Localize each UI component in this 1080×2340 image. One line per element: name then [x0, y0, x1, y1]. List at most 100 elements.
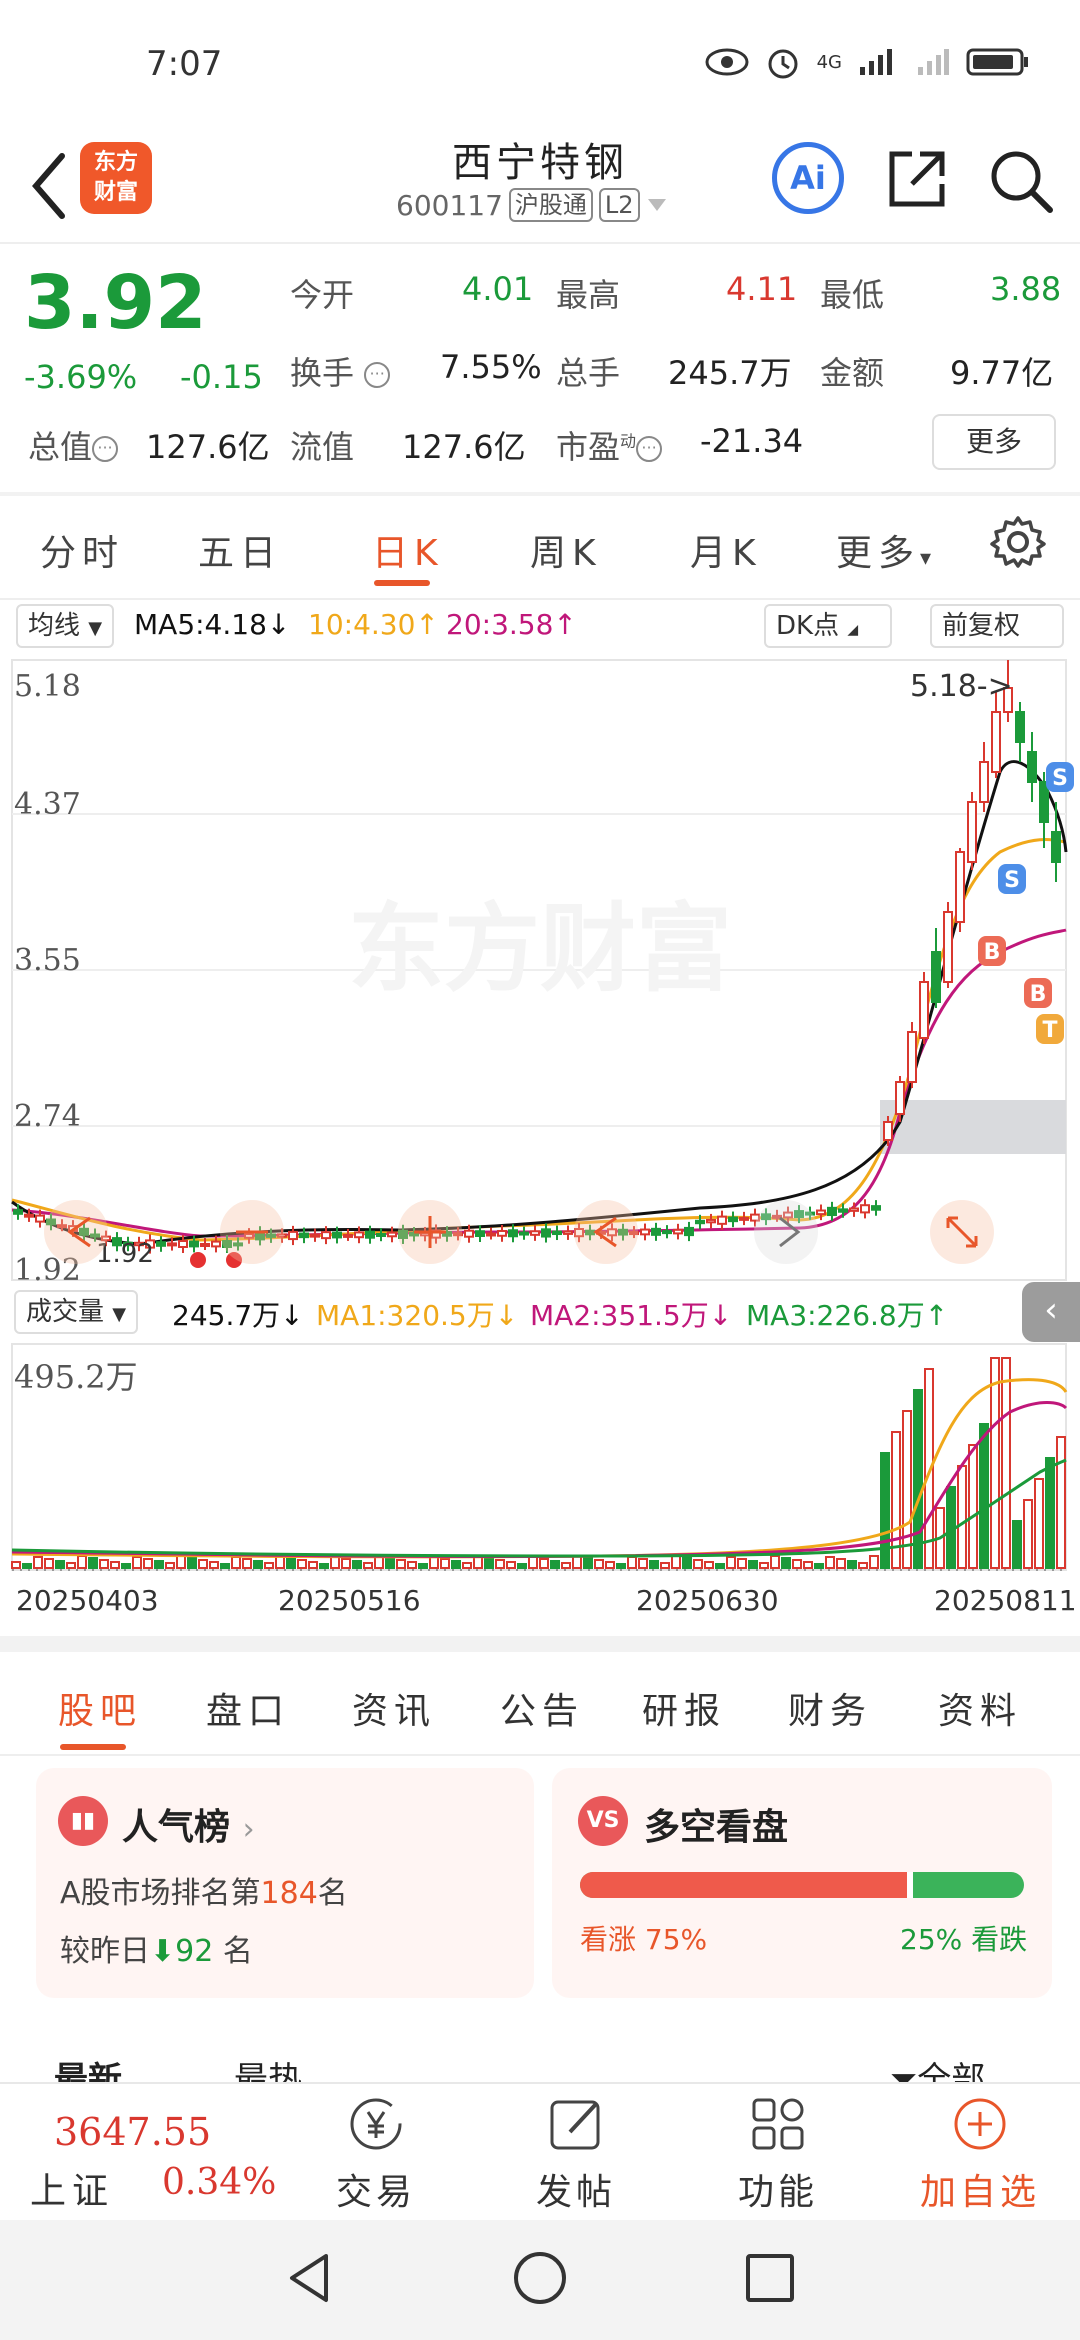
nav-functions[interactable]: 功能 — [708, 2094, 848, 2215]
volume-bar — [836, 1558, 846, 1569]
info-icon[interactable]: ··· — [636, 436, 663, 462]
buy-marker-b: B — [978, 936, 1006, 966]
volume-bar — [682, 1557, 692, 1569]
tab-five-day[interactable]: 五日 — [198, 524, 282, 576]
candle-body — [189, 1240, 199, 1248]
volume-bar — [506, 1561, 516, 1569]
open-value: 4.01 — [462, 270, 534, 308]
share-icon[interactable] — [884, 146, 950, 212]
more-button[interactable]: 更多 — [932, 414, 1056, 470]
sentiment-bar — [580, 1872, 1024, 1898]
nav-post[interactable]: 发帖 — [506, 2094, 646, 2215]
tab-daily-k[interactable]: 日K — [372, 524, 444, 576]
volume-bar — [858, 1562, 868, 1569]
event-dot[interactable] — [190, 1252, 206, 1268]
volume-bar — [517, 1563, 527, 1569]
system-home-icon[interactable] — [510, 2248, 570, 2308]
volume-bar — [847, 1560, 857, 1569]
volume-bar — [649, 1560, 659, 1569]
candle-body — [919, 981, 929, 1039]
index-name[interactable]: 上证 — [30, 2162, 114, 2214]
kline-chart[interactable]: 东方财富 B S S B T 5.18 4.37 3.55 2.74 1.92 … — [0, 652, 1080, 1288]
volume-bar — [220, 1563, 230, 1569]
volume-value: 245.7万 — [668, 354, 792, 392]
info-icon[interactable]: ··· — [364, 362, 391, 388]
candle-body — [1051, 831, 1061, 863]
watermark: 东方财富 — [348, 896, 732, 1003]
back-icon[interactable] — [22, 146, 78, 226]
ma20-value: 20:3.58↑ — [446, 608, 577, 641]
volume-bar — [737, 1558, 747, 1569]
candle-body — [979, 761, 989, 803]
dropdown-triangle-icon[interactable] — [646, 197, 668, 213]
volume-bar — [187, 1557, 197, 1569]
candle-body — [955, 851, 965, 923]
index-value[interactable]: 3647.55 — [54, 2110, 211, 2154]
bear-text: 25% 看跌 — [900, 1923, 1028, 1956]
status-bar: 7:07 4G — [0, 0, 1080, 130]
tab-more[interactable]: 更多▾ — [836, 524, 937, 576]
tab-orderbook[interactable]: 盘口 — [206, 1682, 290, 1734]
rank-change-text: 较昨日⬇92 名 — [60, 1934, 253, 1969]
volume-bar — [132, 1556, 142, 1569]
date-label: 20250516 — [278, 1584, 421, 1617]
ma5-value: MA5:4.18↓ — [134, 608, 291, 641]
nav-trade[interactable]: 交易 — [306, 2094, 446, 2215]
ai-button[interactable]: Ai — [772, 142, 844, 214]
index-change[interactable]: 0.34% — [162, 2162, 276, 2203]
volume-bar — [55, 1560, 65, 1569]
volume-chart[interactable]: 495.2万 — [0, 1342, 1080, 1582]
vol-ma2: MA2:351.5万↓ — [530, 1299, 733, 1332]
candle-body — [354, 1231, 364, 1239]
gear-icon[interactable] — [990, 514, 1046, 570]
tab-forum[interactable]: 股吧 — [58, 1682, 142, 1734]
candle-body — [321, 1231, 331, 1240]
tab-news[interactable]: 资讯 — [352, 1682, 436, 1734]
volume-bar — [286, 1557, 296, 1569]
tab-research[interactable]: 研报 — [642, 1682, 726, 1734]
candle-body — [387, 1231, 397, 1238]
candle-body — [651, 1227, 661, 1236]
candle-body — [907, 1031, 917, 1083]
candle-body — [871, 1205, 881, 1211]
connect-tag: 沪股通 — [508, 188, 593, 222]
volume-bar — [352, 1560, 362, 1569]
system-back-icon[interactable] — [280, 2248, 340, 2308]
nav-add-watchlist[interactable]: 加自选 — [910, 2094, 1050, 2215]
candle-body — [365, 1230, 375, 1239]
candle-body — [464, 1229, 474, 1238]
svg-text:S: S — [1004, 868, 1020, 893]
date-label: 20250403 — [16, 1584, 159, 1617]
tab-financials[interactable]: 财务 — [788, 1682, 872, 1734]
search-icon[interactable] — [986, 146, 1056, 216]
sentiment-card[interactable]: VS 多空看盘 看涨 75% 25% 看跌 — [552, 1768, 1052, 1998]
candle-body — [211, 1240, 221, 1248]
volume-bar — [605, 1561, 615, 1569]
system-recents-icon[interactable] — [740, 2248, 800, 2308]
collapse-panel-button[interactable]: ‹ — [1022, 1282, 1080, 1342]
tab-profile[interactable]: 资料 — [938, 1682, 1022, 1734]
candle-body — [673, 1228, 683, 1235]
tab-intraday[interactable]: 分时 — [40, 524, 124, 576]
volume-bar — [330, 1556, 340, 1569]
edit-icon — [550, 2100, 600, 2150]
tab-monthly-k[interactable]: 月K — [690, 524, 762, 576]
volume-indicator-select[interactable]: 成交量 ▼ — [14, 1290, 139, 1334]
candle-body — [497, 1229, 507, 1237]
volume-bar — [44, 1558, 54, 1569]
sentiment-bull-fill — [580, 1872, 913, 1898]
popularity-card[interactable]: ▮▮ 人气榜 › A股市场排名第184名 较昨日⬇92 名 — [36, 1768, 534, 1998]
tab-announcements[interactable]: 公告 — [500, 1682, 584, 1734]
indicator-select[interactable]: 均线 ▼ — [16, 604, 115, 648]
tab-weekly-k[interactable]: 周K — [530, 524, 602, 576]
volume-bar — [572, 1555, 582, 1569]
bar-chart-icon: ▮▮ — [58, 1796, 108, 1846]
volume-bar — [99, 1559, 109, 1569]
info-icon[interactable]: ··· — [92, 436, 119, 462]
adjust-select[interactable]: 前复权 — [930, 604, 1064, 648]
dk-point-select[interactable]: DK点 ◢ — [764, 604, 892, 648]
ma10-value: 10:4.30↑ — [308, 608, 439, 641]
volume-bar — [264, 1562, 274, 1569]
volume-bar — [22, 1563, 32, 1569]
kline-svg: 东方财富 B S S B T 5.18 4.37 3.55 2.74 1.92 … — [11, 659, 1074, 1288]
